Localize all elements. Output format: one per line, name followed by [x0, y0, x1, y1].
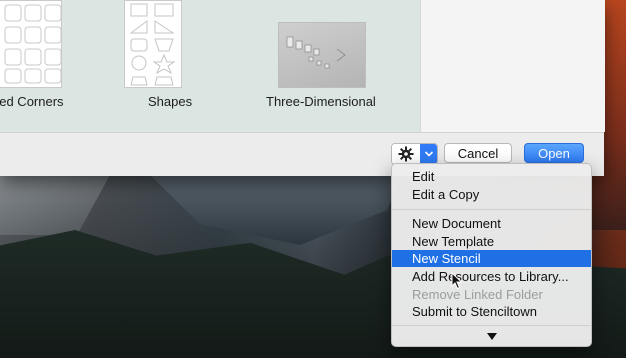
action-menu: Edit Edit a Copy New Document New Templa…: [391, 163, 592, 347]
template-label-rounded-corners: ded Corners: [0, 94, 64, 109]
arrow-cursor-glyph: [451, 271, 463, 290]
gear-icon[interactable]: [392, 144, 420, 164]
template-gallery: ded Corners Shapes: [0, 0, 420, 132]
menu-separator: [392, 209, 591, 210]
template-chooser-dialog: ded Corners Shapes: [0, 0, 605, 176]
template-thumb-three-dimensional[interactable]: [278, 22, 366, 88]
gear-icon-glyph: [398, 146, 414, 162]
menu-item-add-resources[interactable]: Add Resources to Library...: [392, 268, 591, 285]
cancel-button[interactable]: Cancel: [444, 143, 512, 163]
triangle-down-glyph: [486, 332, 497, 340]
mouse-pointer-icon: [451, 271, 463, 295]
menu-item-submit-to-stenciltown[interactable]: Submit to Stenciltown: [392, 303, 591, 320]
shapes-preview: [129, 3, 176, 86]
wallpaper-rock-left: [0, 175, 110, 235]
menu-item-new-document[interactable]: New Document: [392, 215, 591, 232]
open-button[interactable]: Open: [524, 143, 584, 163]
template-label-shapes: Shapes: [148, 94, 193, 109]
footer-divider: [0, 132, 604, 133]
menu-item-edit[interactable]: Edit: [392, 168, 591, 185]
wallpaper-rock-center: [150, 175, 400, 245]
chevron-down-icon[interactable]: [420, 144, 437, 164]
menu-separator-bottom: [392, 325, 591, 326]
template-info-pane: [420, 0, 605, 132]
rounded-corners-preview: [4, 4, 62, 84]
menu-item-remove-linked-folder: Remove Linked Folder: [412, 287, 543, 302]
template-thumb-rounded-corners[interactable]: [0, 0, 62, 88]
menu-item-new-stencil[interactable]: New Stencil: [392, 250, 591, 267]
action-popup-button[interactable]: [391, 143, 438, 165]
menu-item-edit-a-copy[interactable]: Edit a Copy: [392, 186, 591, 203]
three-dimensional-preview: [286, 36, 346, 69]
chevron-down-glyph: [424, 151, 433, 157]
template-label-three-dimensional: Three-Dimensional: [266, 94, 376, 109]
menu-item-new-template[interactable]: New Template: [392, 233, 591, 250]
scroll-down-arrow-icon[interactable]: [392, 329, 591, 343]
template-thumb-shapes[interactable]: [124, 0, 182, 88]
